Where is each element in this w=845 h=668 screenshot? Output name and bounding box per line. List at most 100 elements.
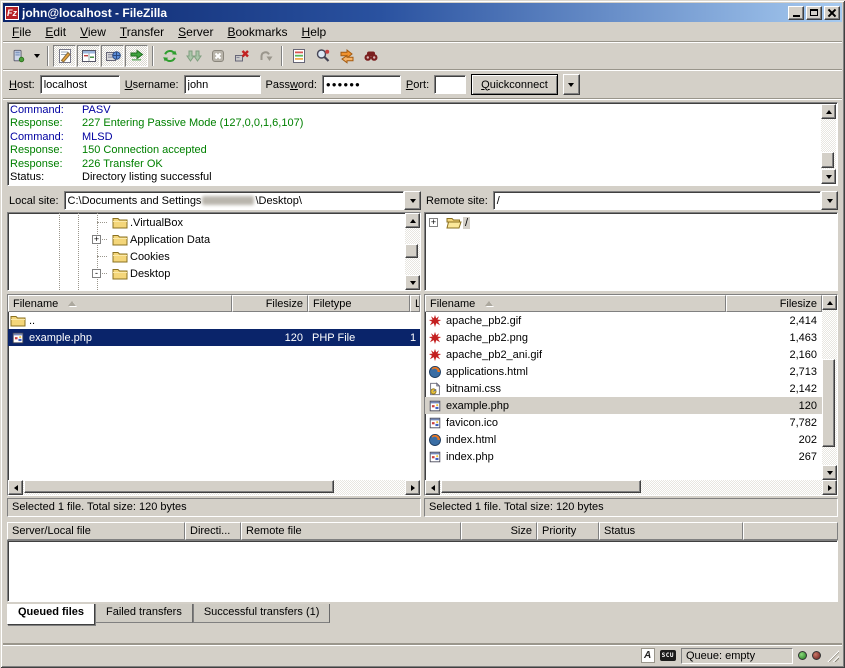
file-row-example-php[interactable]: example.php 120 PHP File 1 xyxy=(8,329,420,346)
file-row[interactable]: index.html202 xyxy=(425,431,822,448)
file-row[interactable]: apache_pb2_ani.gif2,160 xyxy=(425,346,822,363)
file-row[interactable]: applications.html2,713 xyxy=(425,363,822,380)
menu-help[interactable]: Help xyxy=(295,23,334,41)
username-input[interactable] xyxy=(184,75,261,94)
column-header-size[interactable]: Size xyxy=(461,522,537,540)
toggle-message-log-button[interactable] xyxy=(53,45,76,67)
password-input[interactable] xyxy=(322,75,401,94)
queue-body[interactable] xyxy=(7,540,838,602)
scroll-thumb[interactable] xyxy=(822,359,835,447)
remote-list-scrollbar[interactable] xyxy=(822,295,837,480)
menu-file[interactable]: File xyxy=(5,23,38,41)
remote-site-dropdown-button[interactable] xyxy=(821,191,838,210)
remote-site-path[interactable]: / xyxy=(493,191,821,210)
cancel-button[interactable] xyxy=(206,45,229,67)
close-button[interactable] xyxy=(824,6,840,20)
file-row-selected[interactable]: example.php120 xyxy=(425,397,822,414)
menu-view[interactable]: View xyxy=(73,23,113,41)
toggle-transfer-queue-button[interactable] xyxy=(125,45,148,67)
toggle-remote-tree-button[interactable] xyxy=(101,45,124,67)
maximize-button[interactable] xyxy=(806,6,822,20)
toggle-local-tree-button[interactable] xyxy=(77,45,100,67)
scroll-up-button[interactable] xyxy=(821,104,836,119)
file-row[interactable]: favicon.ico7,782 xyxy=(425,414,822,431)
tree-item-root[interactable]: + / xyxy=(425,214,837,231)
tab-successful-transfers[interactable]: Successful transfers (1) xyxy=(193,604,331,623)
file-row[interactable]: apache_pb2.gif2,414 xyxy=(425,312,822,329)
local-site-dropdown-button[interactable] xyxy=(404,191,421,210)
sort-ascending-icon xyxy=(68,301,76,306)
refresh-icon xyxy=(162,48,178,64)
local-list-hscrollbar[interactable] xyxy=(8,480,420,495)
column-header-last-modified[interactable]: L xyxy=(410,295,420,312)
resize-grip[interactable] xyxy=(826,649,839,662)
column-header-filesize[interactable]: Filesize xyxy=(232,295,308,312)
process-queue-button[interactable] xyxy=(182,45,205,67)
tree-item-desktop[interactable]: - Desktop xyxy=(8,265,420,282)
scroll-thumb[interactable] xyxy=(821,152,834,168)
expander-plus[interactable]: + xyxy=(429,218,438,227)
tree-item-virtualbox[interactable]: .VirtualBox xyxy=(8,214,420,231)
scroll-up-button[interactable] xyxy=(822,295,837,310)
compare-directories-button[interactable] xyxy=(311,45,334,67)
log-scrollbar[interactable] xyxy=(821,104,836,184)
expander-plus[interactable]: + xyxy=(92,235,101,244)
column-header-filename[interactable]: Filename xyxy=(425,295,726,312)
file-row[interactable]: apache_pb2.png1,463 xyxy=(425,329,822,346)
path-prefix: C:\Documents and Settings xyxy=(68,195,202,207)
html-file-icon xyxy=(427,365,443,379)
find-files-button[interactable] xyxy=(359,45,382,67)
scroll-right-button[interactable] xyxy=(822,480,837,495)
scroll-thumb[interactable] xyxy=(405,244,418,258)
filter-button[interactable] xyxy=(287,45,310,67)
scroll-left-button[interactable] xyxy=(425,480,440,495)
host-input[interactable] xyxy=(40,75,120,94)
scroll-down-button[interactable] xyxy=(821,169,836,184)
remote-list-hscrollbar[interactable] xyxy=(425,480,837,495)
queue-tabs: Queued files Failed transfers Successful… xyxy=(7,604,842,625)
site-manager-dropdown-button[interactable] xyxy=(30,45,43,67)
column-header-status[interactable]: Status xyxy=(599,522,743,540)
expander-minus[interactable]: - xyxy=(92,269,101,278)
scroll-down-button[interactable] xyxy=(405,275,420,290)
scroll-left-button[interactable] xyxy=(8,480,23,495)
synchronized-browsing-button[interactable] xyxy=(335,45,358,67)
column-header-filename[interactable]: Filename xyxy=(8,295,232,312)
scroll-thumb[interactable] xyxy=(24,480,334,493)
tree-item-cookies[interactable]: Cookies xyxy=(8,248,420,265)
menu-server[interactable]: Server xyxy=(171,23,220,41)
menu-transfer[interactable]: Transfer xyxy=(113,23,171,41)
local-tree-scrollbar[interactable] xyxy=(405,213,420,290)
port-input[interactable] xyxy=(434,75,466,94)
menu-edit[interactable]: Edit xyxy=(38,23,73,41)
column-header-filetype[interactable]: Filetype xyxy=(308,295,410,312)
quickconnect-button[interactable]: Quickconnect xyxy=(471,74,558,95)
column-header-priority[interactable]: Priority xyxy=(537,522,599,540)
minimize-button[interactable] xyxy=(788,6,804,20)
column-header-direction[interactable]: Directi... xyxy=(185,522,241,540)
refresh-button[interactable] xyxy=(158,45,181,67)
file-row[interactable]: index.php267 xyxy=(425,448,822,465)
column-header-filesize[interactable]: Filesize xyxy=(726,295,822,312)
quickconnect-dropdown-button[interactable] xyxy=(563,74,580,95)
file-row[interactable]: bitnami.css2,142 xyxy=(425,380,822,397)
reconnect-button[interactable] xyxy=(254,45,277,67)
local-list-body: .. example.php 120 PHP File 1 xyxy=(8,312,420,480)
site-manager-button[interactable] xyxy=(6,45,29,67)
menu-bookmarks[interactable]: Bookmarks xyxy=(220,23,294,41)
column-header-remote-file[interactable]: Remote file xyxy=(241,522,461,540)
local-site-combobox[interactable]: C:\Documents and Settings\Desktop\ xyxy=(64,191,421,210)
column-header-server-local-file[interactable]: Server/Local file xyxy=(7,522,185,540)
scroll-right-button[interactable] xyxy=(405,480,420,495)
file-row-parent-dir[interactable]: .. xyxy=(8,312,420,329)
tab-queued-files[interactable]: Queued files xyxy=(7,604,95,625)
tree-item-application-data[interactable]: + Application Data xyxy=(8,231,420,248)
remote-site-combobox[interactable]: / xyxy=(493,191,838,210)
disconnect-button[interactable] xyxy=(230,45,253,67)
chevron-down-icon xyxy=(827,199,833,203)
scroll-down-button[interactable] xyxy=(822,465,837,480)
scroll-thumb[interactable] xyxy=(441,480,641,493)
local-site-path[interactable]: C:\Documents and Settings\Desktop\ xyxy=(64,191,404,210)
tab-failed-transfers[interactable]: Failed transfers xyxy=(95,604,193,623)
scroll-up-button[interactable] xyxy=(405,213,420,228)
